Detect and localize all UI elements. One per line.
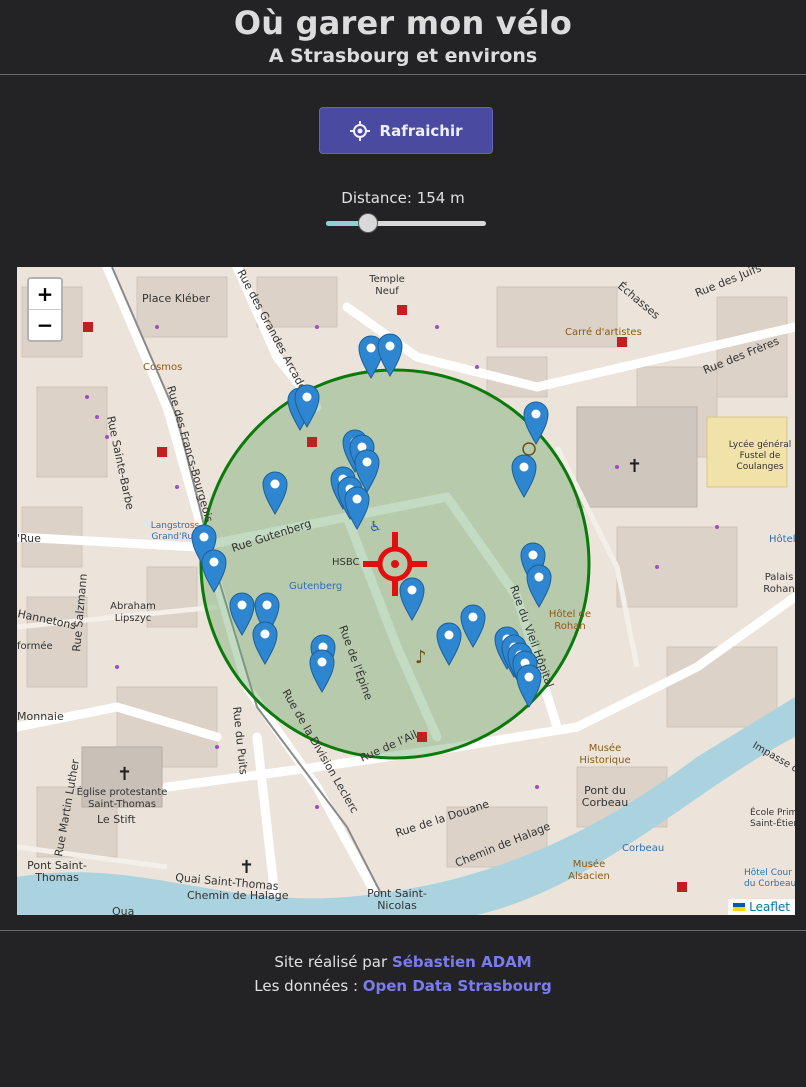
ukraine-flag-icon xyxy=(733,903,746,911)
footer-divider xyxy=(0,930,806,931)
map-label: formée xyxy=(17,640,53,652)
footer-credit-prefix: Site réalisé par xyxy=(274,953,392,971)
map-label: Hôtel xyxy=(769,533,795,545)
distance-label: Distance: 154 m xyxy=(341,189,465,207)
slider-thumb[interactable] xyxy=(358,213,379,233)
svg-text:✝: ✝ xyxy=(239,857,254,878)
map-label: Carré d'artistes xyxy=(565,326,642,338)
refresh-button[interactable]: Rafraichir xyxy=(319,107,493,154)
svg-text:Église protestanteSaint-Thomas: Église protestante Saint-Thomas xyxy=(77,785,168,810)
leaflet-link[interactable]: Leaflet xyxy=(749,900,790,914)
svg-text:♪: ♪ xyxy=(415,647,427,668)
svg-text:PalaisRohan: Palais Rohan xyxy=(763,572,794,595)
zoom-in-button[interactable]: + xyxy=(29,279,61,310)
page-header: Où garer mon vélo A Strasbourg et enviro… xyxy=(0,0,806,75)
footer-data-source: Les données : Open Data Strasbourg xyxy=(0,974,806,998)
map-label: Le Stift xyxy=(97,813,136,826)
map-label: Cosmos xyxy=(143,362,182,373)
zoom-out-button[interactable]: − xyxy=(29,310,61,340)
map-tiles[interactable]: ♿ ♪ ✝ ✝ ✝ Temple Neuf Place Kléber Rue de… xyxy=(17,267,795,915)
svg-text:✝: ✝ xyxy=(117,764,132,785)
map-label: Qua xyxy=(112,905,134,915)
map-label: Monnaie xyxy=(17,710,64,723)
map-label: Gutenberg xyxy=(289,581,342,592)
svg-text:École PrimSaint-Étien: École Prim Saint-Étien xyxy=(750,806,795,829)
svg-text:Pont duCorbeau: Pont du Corbeau xyxy=(582,784,628,809)
author-link[interactable]: Sébastien ADAM xyxy=(392,953,532,971)
page-title: Où garer mon vélo xyxy=(233,4,573,42)
map-label: Chemin de Halage xyxy=(187,889,289,902)
refresh-button-label: Rafraichir xyxy=(379,121,463,140)
svg-text:✝: ✝ xyxy=(627,456,642,477)
open-data-link[interactable]: Open Data Strasbourg xyxy=(363,977,552,995)
map-attribution[interactable]: Leaflet xyxy=(728,899,795,915)
crosshair-icon xyxy=(349,120,370,141)
svg-text:Pont Saint-Thomas: Pont Saint-Thomas xyxy=(27,859,87,884)
svg-text:AbrahamLipszyc: Abraham Lipszyc xyxy=(110,601,156,624)
zoom-control: + − xyxy=(27,277,63,342)
svg-text:♿: ♿ xyxy=(369,519,382,535)
map[interactable]: ♿ ♪ ✝ ✝ ✝ Temple Neuf Place Kléber Rue de… xyxy=(17,267,795,915)
footer-data-prefix: Les données : xyxy=(254,977,363,995)
footer-credit: Site réalisé par Sébastien ADAM xyxy=(0,950,806,974)
map-label: 'Rue xyxy=(17,532,41,545)
distance-slider[interactable] xyxy=(326,212,486,234)
footer: Site réalisé par Sébastien ADAM Les donn… xyxy=(0,950,806,998)
page-subtitle: A Strasbourg et environs xyxy=(268,45,538,67)
map-label: HSBC xyxy=(332,557,360,568)
map-label: Corbeau xyxy=(622,843,664,854)
map-label: Place Kléber xyxy=(142,292,211,305)
